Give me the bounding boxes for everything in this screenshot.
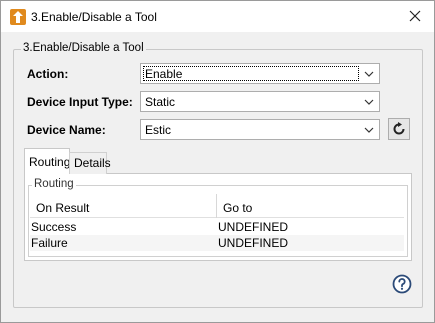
column-separator[interactable] bbox=[216, 194, 217, 218]
device-name-label: Device Name: bbox=[27, 123, 106, 137]
group-legend: 3.Enable/Disable a Tool bbox=[21, 42, 146, 54]
refresh-button[interactable] bbox=[388, 118, 410, 140]
action-dropdown[interactable]: Enable bbox=[140, 63, 380, 84]
action-value: Enable bbox=[145, 67, 183, 81]
tab-details[interactable]: Details bbox=[69, 152, 111, 174]
column-header-go-to[interactable]: Go to bbox=[223, 201, 252, 215]
column-header-on-result[interactable]: On Result bbox=[36, 201, 89, 215]
window-title: 3.Enable/Disable a Tool bbox=[31, 10, 157, 24]
close-button[interactable] bbox=[402, 5, 428, 27]
chevron-down-icon bbox=[364, 71, 374, 77]
row-goto: UNDEFINED bbox=[218, 220, 289, 234]
routing-table: On Result Go to Success UNDEFINED Failur… bbox=[30, 194, 404, 254]
row-result: Failure bbox=[31, 236, 68, 250]
chevron-down-icon bbox=[364, 99, 374, 105]
action-label: Action: bbox=[27, 67, 69, 81]
chevron-down-icon bbox=[364, 127, 374, 133]
device-input-type-value: Static bbox=[145, 95, 176, 109]
device-name-value: Estic bbox=[145, 123, 172, 137]
device-name-dropdown[interactable]: Estic bbox=[140, 119, 380, 140]
table-row[interactable]: Failure UNDEFINED bbox=[30, 235, 404, 251]
table-row[interactable]: Success UNDEFINED bbox=[30, 219, 404, 235]
row-goto: UNDEFINED bbox=[218, 236, 289, 250]
refresh-icon bbox=[393, 122, 405, 135]
tool-app-icon bbox=[10, 9, 26, 25]
help-icon[interactable] bbox=[392, 274, 412, 294]
title-bar: 3.Enable/Disable a Tool bbox=[1, 1, 434, 32]
dialog-window: 3.Enable/Disable a Tool 3.Enable/Disable… bbox=[0, 0, 435, 323]
close-icon bbox=[409, 10, 421, 22]
device-input-type-label: Device Input Type: bbox=[27, 95, 133, 109]
tab-routing[interactable]: Routing bbox=[24, 148, 70, 174]
routing-legend: Routing bbox=[32, 178, 76, 190]
row-result: Success bbox=[31, 220, 77, 234]
device-input-type-dropdown[interactable]: Static bbox=[140, 91, 380, 112]
table-header: On Result Go to bbox=[30, 194, 404, 218]
